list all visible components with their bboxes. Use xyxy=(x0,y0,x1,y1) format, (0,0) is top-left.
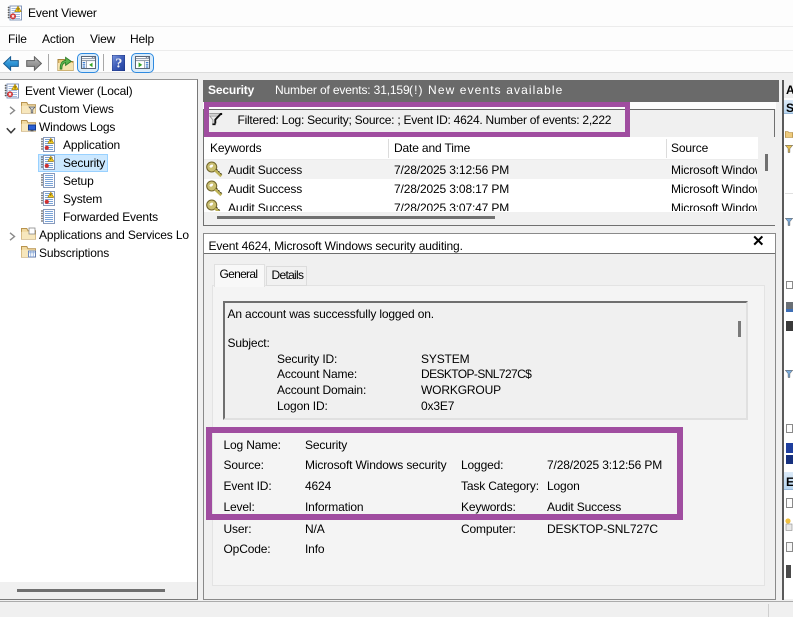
svg-text:?: ? xyxy=(115,57,122,71)
